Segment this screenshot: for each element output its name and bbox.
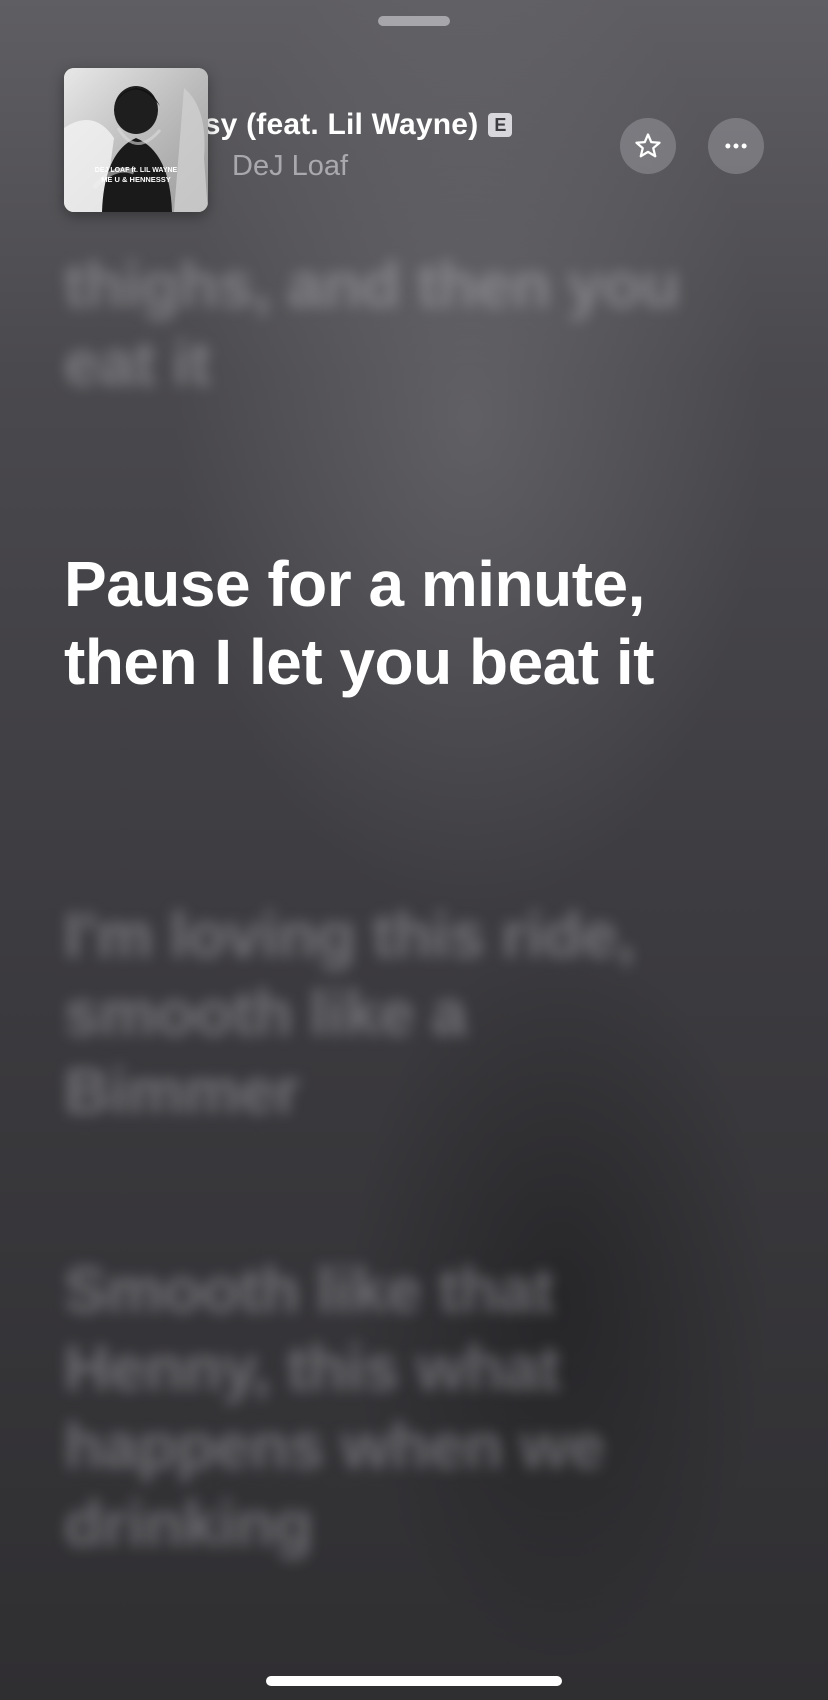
lyric-line-current[interactable]: Pause for a minute, then I let you beat … bbox=[64, 545, 684, 701]
home-indicator[interactable] bbox=[266, 1676, 562, 1686]
favorite-button[interactable] bbox=[620, 118, 676, 174]
lyric-line-previous[interactable]: thighs, and then you eat it bbox=[64, 246, 684, 402]
album-artwork[interactable]: DEJ LOAF ft. LIL WAYNE ME U & HENNESSY bbox=[64, 68, 208, 212]
song-title-row: essy (feat. Lil Wayne) E bbox=[170, 108, 590, 148]
artwork-album-text: ME U & HENNESSY bbox=[101, 175, 171, 184]
explicit-badge: E bbox=[488, 113, 513, 137]
lyrics-screen: essy (feat. Lil Wayne) E DeJ Loaf DEJ LO… bbox=[0, 0, 828, 1700]
song-title: essy (feat. Lil Wayne) bbox=[170, 108, 479, 141]
ellipsis-icon bbox=[725, 143, 747, 149]
star-icon bbox=[635, 133, 661, 158]
lyric-line-next[interactable]: Smooth like that Henny, this what happen… bbox=[64, 1251, 684, 1563]
album-artwork-image: DEJ LOAF ft. LIL WAYNE ME U & HENNESSY bbox=[64, 68, 208, 212]
artwork-artist-text: DEJ LOAF ft. LIL WAYNE bbox=[95, 167, 178, 174]
more-options-button[interactable] bbox=[708, 118, 764, 174]
now-playing-header: essy (feat. Lil Wayne) E DeJ Loaf DEJ LO… bbox=[0, 0, 828, 230]
lyric-line-next[interactable]: I'm loving this ride, smooth like a Bimm… bbox=[64, 896, 684, 1130]
artist-name[interactable]: DeJ Loaf bbox=[232, 150, 348, 183]
